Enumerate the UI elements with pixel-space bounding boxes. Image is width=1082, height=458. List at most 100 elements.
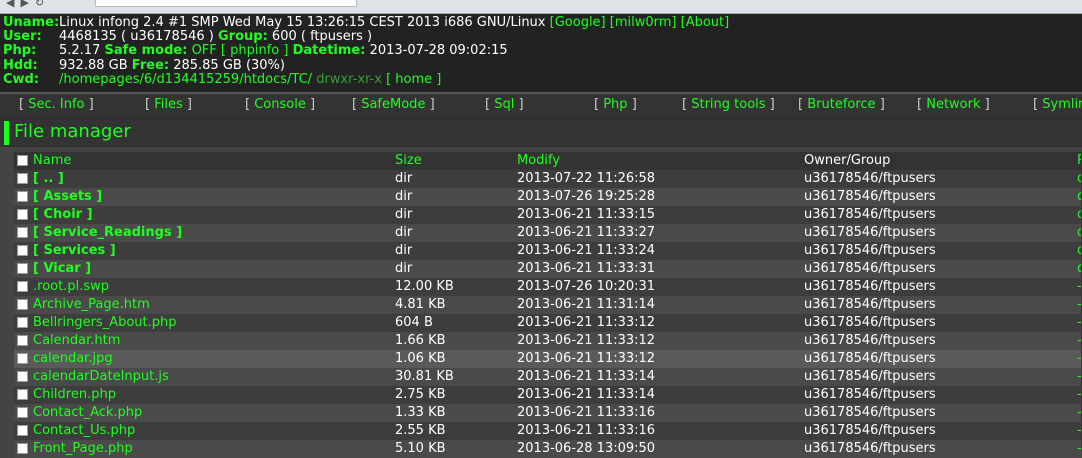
uname-row: Uname:Linux infong 2.4 #1 SMP Wed May 15… — [3, 15, 1082, 30]
menu-php[interactable]: [ Php ] — [594, 97, 637, 112]
about-link[interactable]: [About] — [681, 15, 730, 30]
file-owner: u36178546/ftpusers — [804, 243, 936, 258]
file-link[interactable]: Contact_Us.php — [33, 422, 135, 440]
menu-symlink[interactable]: [ Symlin — [1033, 97, 1082, 112]
folder-link[interactable]: [ Services ] — [33, 242, 116, 260]
file-link[interactable]: Calendar.htm — [33, 332, 120, 350]
table-row: Front_Page.php 5.10 KB 2013-06-28 13:09:50… — [14, 440, 1082, 458]
table-row: [ Service_Readings ] dir 2013-06-21 11:33:… — [14, 224, 1082, 242]
file-owner: u36178546/ftpusers — [804, 387, 936, 402]
file-link[interactable]: .root.pl.swp — [33, 278, 109, 296]
milw0rm-link[interactable]: [milw0rm] — [610, 15, 677, 30]
menu-label: Symlin — [1042, 97, 1082, 112]
menu-label: Console — [254, 97, 306, 112]
table-row: Archive_Page.htm 4.81 KB 2013-06-21 11:31:… — [14, 296, 1082, 314]
row-checkbox[interactable] — [17, 209, 28, 220]
file-size: 1.06 KB — [395, 351, 446, 366]
user-row: User: 4468135 ( u36178546 ) Group: 600 ( … — [3, 30, 1082, 44]
file-link[interactable]: Front_Page.php — [33, 440, 133, 458]
file-owner: u36178546/ftpusers — [804, 441, 936, 456]
menu-sec-info[interactable]: [ Sec. Info ] — [19, 97, 94, 112]
table-row: Bellringers_About.php 604 B 2013-06-21 11:… — [14, 314, 1082, 332]
table-row: Calendar.htm 1.66 KB 2013-06-21 11:33:12 u3… — [14, 332, 1082, 350]
menu-string-tools[interactable]: [ String tools ] — [682, 97, 775, 112]
file-owner: u36178546/ftpusers — [804, 369, 936, 384]
folder-link[interactable]: [ Vicar ] — [33, 260, 91, 278]
menu-safemode[interactable]: [ SafeMode ] — [352, 97, 435, 112]
menu-bruteforce[interactable]: [ Bruteforce ] — [798, 97, 885, 112]
table-row: [ .. ] dir 2013-07-22 11:26:58 u36178546/ft… — [14, 170, 1082, 188]
file-size: dir — [395, 243, 413, 258]
select-all-checkbox[interactable] — [17, 155, 28, 166]
row-checkbox[interactable] — [17, 191, 28, 202]
home-link[interactable]: [ home ] — [386, 72, 441, 87]
safe-mode-value: OFF — [191, 43, 217, 59]
menu-label: String tools — [691, 97, 766, 112]
row-checkbox[interactable] — [17, 245, 28, 256]
sort-by-modify-link[interactable]: Modify — [517, 152, 560, 170]
menu-console[interactable]: [ Console ] — [245, 97, 315, 112]
row-checkbox[interactable] — [17, 299, 28, 310]
file-link[interactable]: Archive_Page.htm — [33, 296, 150, 314]
table-row: calendarDateInput.js 30.81 KB 2013-06-21 1… — [14, 368, 1082, 386]
row-checkbox[interactable] — [17, 407, 28, 418]
menu-network[interactable]: [ Network ] — [917, 97, 990, 112]
uname-label: Uname: — [3, 15, 60, 30]
row-checkbox[interactable] — [17, 227, 28, 238]
folder-link[interactable]: [ Choir ] — [33, 206, 93, 224]
file-modified: 2013-06-21 11:33:12 — [517, 351, 656, 366]
table-row: [ Services ] dir 2013-06-21 11:33:24 u36178… — [14, 242, 1082, 260]
row-checkbox[interactable] — [17, 263, 28, 274]
file-link[interactable]: Children.php — [33, 386, 116, 404]
hdd-free: 285.85 GB (30%) — [173, 57, 285, 73]
table-row: [ Choir ] dir 2013-06-21 11:33:15 u36178546… — [14, 206, 1082, 224]
main-menu: [ Sec. Info ] [ Files ] [ Console ] [ Sa… — [0, 92, 1082, 118]
row-checkbox[interactable] — [17, 335, 28, 346]
php-row: Php: 5.2.17 Safe mode: OFF [ phpinfo ] Da… — [3, 44, 1082, 58]
address-bar[interactable] — [95, 0, 357, 7]
google-link[interactable]: [Google] — [550, 15, 606, 30]
cwd-path-link[interactable]: /homepages/6/d134415259/htdocs/TC/ — [59, 72, 312, 87]
row-checkbox[interactable] — [17, 425, 28, 436]
menu-files[interactable]: [ Files ] — [145, 97, 192, 112]
file-size: 5.10 KB — [395, 441, 446, 456]
owner-group-header: Owner/Group — [804, 153, 891, 168]
file-size: 12.00 KB — [395, 279, 454, 294]
file-modified: 2013-06-21 11:33:12 — [517, 315, 656, 330]
file-table: Name Size Modify Owner/Group P [ .. ] dir… — [14, 152, 1082, 458]
file-link[interactable]: Bellringers_About.php — [33, 314, 177, 332]
row-checkbox[interactable] — [17, 371, 28, 382]
user-value: 4468135 ( u36178546 ) — [59, 29, 214, 45]
file-modified: 2013-07-26 10:20:31 — [517, 279, 656, 294]
hdd-row: Hdd: 932.88 GB Free: 285.85 GB (30%) — [3, 57, 1082, 73]
folder-link[interactable]: [ Service_Readings ] — [33, 224, 182, 242]
datetime-value: 2013-07-28 09:02:15 — [369, 43, 508, 59]
file-link[interactable]: Contact_Ack.php — [33, 404, 142, 422]
file-modified: 2013-06-28 13:09:50 — [517, 441, 656, 456]
file-link[interactable]: calendar.jpg — [33, 350, 113, 368]
file-modified: 2013-06-21 11:33:14 — [517, 387, 656, 402]
cwd-row: Cwd: /homepages/6/d134415259/htdocs/TC/ d… — [3, 71, 1082, 87]
phpinfo-link[interactable]: [ phpinfo ] — [221, 43, 289, 58]
row-checkbox[interactable] — [17, 353, 28, 364]
menu-label: Sec. Info — [28, 97, 85, 112]
cwd-perms: drwxr-xr-x — [316, 71, 382, 87]
group-label: Group: — [218, 29, 268, 45]
browser-nav-icons[interactable]: ◀▶↻ — [6, 0, 50, 9]
row-checkbox[interactable] — [17, 281, 28, 292]
row-checkbox[interactable] — [17, 173, 28, 184]
server-info-panel: Uname:Linux infong 2.4 #1 SMP Wed May 15… — [0, 14, 1082, 92]
file-link[interactable]: calendarDateInput.js — [33, 368, 169, 386]
row-checkbox[interactable] — [17, 389, 28, 400]
file-size: 4.81 KB — [395, 297, 446, 312]
folder-link[interactable]: [ .. ] — [33, 170, 64, 188]
sort-by-size-link[interactable]: Size — [395, 152, 422, 170]
file-modified: 2013-07-26 19:25:28 — [517, 189, 656, 204]
row-checkbox[interactable] — [17, 317, 28, 328]
folder-link[interactable]: [ Assets ] — [33, 188, 102, 206]
hdd-total: 932.88 GB — [59, 57, 128, 73]
file-modified: 2013-06-21 11:33:15 — [517, 207, 656, 222]
menu-sql[interactable]: [ Sql ] — [485, 97, 524, 112]
file-size: 1.33 KB — [395, 405, 446, 420]
sort-by-name-link[interactable]: Name — [33, 152, 71, 170]
